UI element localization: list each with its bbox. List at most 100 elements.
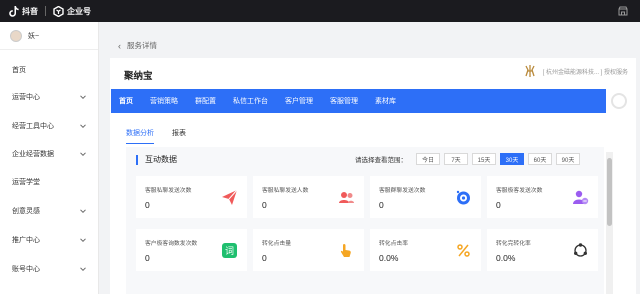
cycle-icon — [572, 242, 589, 259]
title-accent-bar — [136, 154, 138, 165]
range-button[interactable]: 15天 — [472, 153, 496, 165]
sub-tabs: 数据分析 报表 — [126, 128, 204, 144]
tap-icon — [338, 242, 355, 259]
range-label: 请选择查看范围： — [355, 157, 407, 164]
metric-card: 转化点击率 0.0% — [370, 229, 481, 271]
metric-card: 客服群聊发送次数 0 — [370, 176, 481, 218]
subtab-report[interactable]: 报表 — [172, 128, 186, 144]
metric-card: 转化点击量 0 — [253, 229, 364, 271]
chevron-down-icon — [79, 207, 87, 215]
user-name: 妖~ — [28, 32, 40, 40]
douyin-logo-icon — [8, 5, 19, 17]
app-name: 抖音 — [22, 6, 38, 16]
chevron-down-icon — [79, 265, 87, 273]
metric-card: 客服私聊发送次数 0 — [136, 176, 247, 218]
users-icon — [338, 189, 355, 206]
metric-card: 转化完转化率 0.0% — [487, 229, 598, 271]
breadcrumb[interactable]: ‹ 服务详情 — [118, 40, 157, 51]
paper-plane-icon — [221, 189, 238, 206]
sidebar-item-label: 企业经营数据 — [12, 151, 54, 158]
metric-label: 客服极客发送次数 — [496, 188, 543, 194]
sidebar-item[interactable]: 账号中心 — [0, 262, 99, 276]
range-button[interactable]: 60天 — [528, 153, 552, 165]
panel-title-text: 互动数据 — [145, 155, 177, 164]
sidebar-item-label: 经营工具中心 — [12, 123, 54, 130]
tab-item[interactable]: 客户管理 — [285, 96, 313, 106]
interaction-panel: 互动数据 请选择查看范围： 今日 7天 15天 30天 60天 90天 — [126, 147, 604, 294]
sidebar-item[interactable]: 首页 — [0, 63, 99, 77]
tab-item[interactable]: 营销策略 — [150, 96, 178, 106]
shop-name: 聚纳宝 — [124, 71, 153, 82]
chevron-down-icon — [79, 150, 87, 158]
avatar — [10, 29, 22, 42]
metric-value: 0 — [379, 200, 384, 210]
chevron-down-icon — [79, 93, 87, 101]
metric-value: 0.0% — [496, 253, 516, 263]
sidebar-item[interactable]: 推广中心 — [0, 233, 99, 247]
top-bar: 抖音 企业号 — [0, 0, 640, 22]
metric-value: 0 — [145, 200, 150, 210]
sidebar-item-label: 账号中心 — [12, 266, 40, 273]
product-name: 企业号 — [67, 6, 91, 16]
enterprise-logo-icon — [53, 5, 64, 17]
sidebar-item[interactable]: 创意灵感 — [0, 204, 99, 218]
shop-logo-icon — [523, 64, 537, 78]
tab-item[interactable]: 客服管理 — [330, 96, 358, 106]
percent-icon — [455, 242, 472, 259]
sidebar-item-label: 创意灵感 — [12, 208, 40, 215]
back-icon[interactable]: ‹ — [118, 41, 121, 51]
store-icon[interactable] — [618, 6, 628, 16]
metric-label: 客服私聊发送次数 — [145, 188, 192, 194]
scrollbar-thumb[interactable] — [607, 158, 612, 226]
enterprise-brand[interactable]: 企业号 — [53, 5, 91, 17]
metric-label: 转化点击率 — [379, 241, 408, 247]
metric-value: 0 — [496, 200, 501, 210]
sidebar-item-label: 推广中心 — [12, 237, 40, 244]
shop-info[interactable]: [ 杭州金磁能源科技... ] 授权服务 — [523, 64, 628, 78]
tab-item[interactable]: 首页 — [119, 96, 133, 106]
subtab-data-analysis[interactable]: 数据分析 — [126, 128, 154, 144]
sidebar-item-label: 首页 — [12, 67, 26, 74]
metric-label: 客服私聊发送人数 — [262, 188, 309, 194]
range-button[interactable]: 今日 — [416, 153, 440, 165]
word-icon: 词 — [221, 242, 238, 259]
douyin-brand[interactable]: 抖音 — [8, 5, 38, 17]
range-selector: 请选择查看范围： 今日 7天 15天 30天 60天 90天 — [355, 153, 580, 165]
metric-label: 客户极客询数发次数 — [145, 241, 198, 247]
metric-value: 0 — [262, 253, 267, 263]
sidebar-item[interactable]: 经营工具中心 — [0, 119, 99, 133]
panel-title: 互动数据 — [136, 154, 177, 165]
chat-bubble-icon — [455, 189, 472, 206]
metric-value: 0 — [262, 200, 267, 210]
sidebar-item[interactable]: 运营学堂 — [0, 175, 99, 189]
metric-label: 客服群聊发送次数 — [379, 188, 426, 194]
metric-card: 客服私聊发送人数 0 — [253, 176, 364, 218]
brand-divider — [45, 6, 46, 16]
tab-item[interactable]: 素材库 — [375, 96, 396, 106]
metric-label: 转化完转化率 — [496, 241, 531, 247]
main-tabs: 首页 营销策略 群配置 私信工作台 客户管理 客服管理 素材库 — [111, 89, 606, 113]
metric-card: 客服极客发送次数 0 — [487, 176, 598, 218]
tab-item[interactable]: 群配置 — [195, 96, 216, 106]
breadcrumb-label: 服务详情 — [127, 41, 157, 50]
range-button[interactable]: 90天 — [556, 153, 580, 165]
metric-card: 客户极客询数发次数 0 词 — [136, 229, 247, 271]
range-button[interactable]: 7天 — [444, 153, 468, 165]
sidebar-item-label: 运营学堂 — [12, 179, 40, 186]
user-profile[interactable]: 妖~ — [0, 22, 98, 50]
user-minus-icon — [572, 189, 589, 206]
sidebar-item[interactable]: 运营中心 — [0, 90, 99, 104]
sidebar-item[interactable]: 企业经营数据 — [0, 147, 99, 161]
metric-value: 0.0% — [379, 253, 399, 263]
chevron-down-icon — [79, 122, 87, 130]
tab-item[interactable]: 私信工作台 — [233, 96, 268, 106]
metric-value: 0 — [145, 253, 150, 263]
shop-right-text: [ 杭州金磁能源科技... ] 授权服务 — [542, 69, 628, 76]
metric-label: 转化点击量 — [262, 241, 291, 247]
range-button[interactable]: 30天 — [500, 153, 524, 165]
chevron-down-icon — [79, 236, 87, 244]
sidebar-item-label: 运营中心 — [12, 94, 40, 101]
svg-text:词: 词 — [225, 246, 234, 257]
tabbar-avatar[interactable] — [611, 93, 627, 109]
sidebar: 妖~ 首页运营中心经营工具中心 企业经营数据 运营学堂创意灵感推广中心账号中心 — [0, 22, 99, 294]
